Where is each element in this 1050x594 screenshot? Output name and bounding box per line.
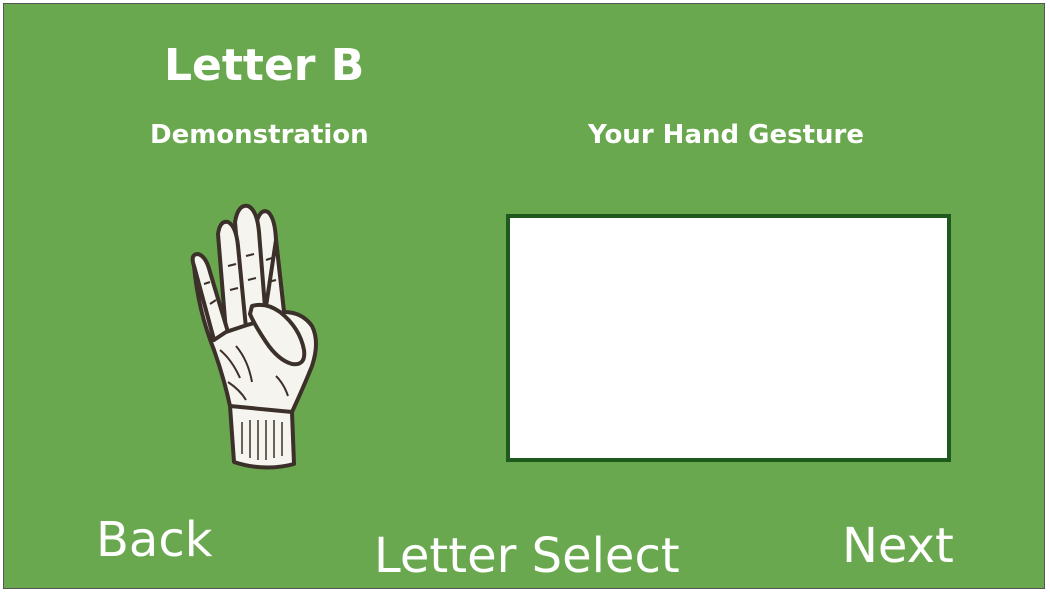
back-button[interactable]: Back xyxy=(96,516,213,564)
page-title: Letter B xyxy=(164,40,365,91)
hand-sign-b-icon xyxy=(190,203,318,470)
letter-select-button[interactable]: Letter Select xyxy=(374,532,680,580)
your-hand-gesture-label: Your Hand Gesture xyxy=(588,120,865,150)
next-button[interactable]: Next xyxy=(842,522,954,570)
hand-gesture-camera-view xyxy=(506,214,951,462)
app-frame: Letter B Demonstration Your Hand Gesture… xyxy=(3,3,1045,589)
demonstration-label: Demonstration xyxy=(150,120,369,150)
